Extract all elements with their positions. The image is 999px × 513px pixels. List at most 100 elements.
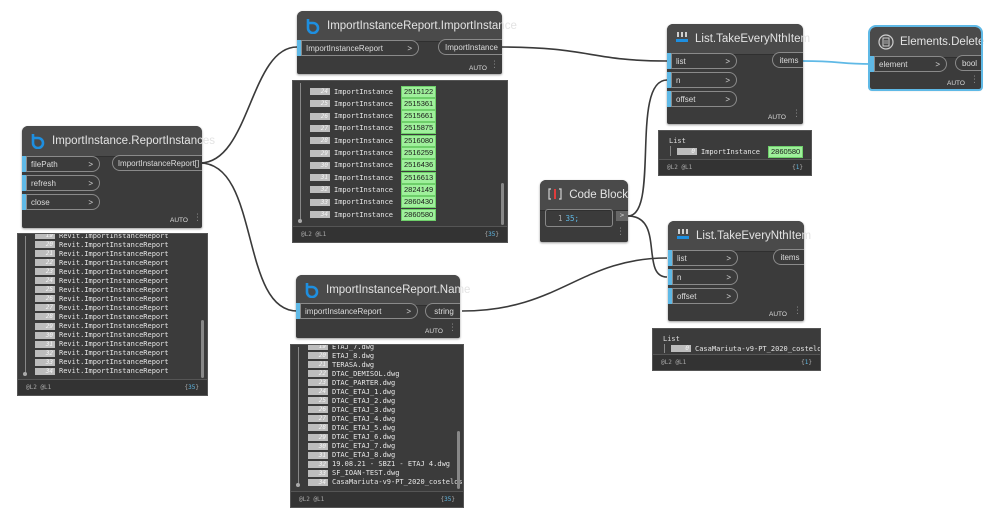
input-port-offset[interactable]: offset > [667,91,737,107]
port-arrow-icon: > [726,291,731,301]
port-label: list [677,253,687,263]
code-editor[interactable]: 1 35; [545,209,613,227]
node-code-block[interactable]: Code Block 1 35; > ⋮ [540,180,628,242]
input-port-filepath[interactable]: filePath > [22,156,100,172]
item-index: 27 [308,415,328,423]
node-header[interactable]: List.TakeEveryNthItem [667,24,810,55]
lacing-label[interactable]: AUTO [170,217,188,224]
list-item: 21 Revit.ImportInstanceReport [35,249,169,258]
element-id-link[interactable]: 2516613 [401,171,437,184]
output-port-string[interactable]: string [425,303,460,319]
output-port-items[interactable]: items [772,52,803,68]
node-header[interactable]: List.TakeEveryNthItem [668,221,811,252]
preview-footer: @L2 @L1 {35} [291,491,463,507]
element-id-link[interactable]: 2515661 [401,110,437,123]
input-port-element[interactable]: element > [870,56,947,72]
wire-code-to-take2-n[interactable] [627,215,668,278]
output-port-importinstance[interactable]: ImportInstance [438,39,502,55]
element-id-link[interactable]: 2515122 [401,85,437,98]
more-options-icon[interactable]: ⋮ [970,76,979,85]
item-value: ImportInstance [334,173,394,182]
scrollbar[interactable] [501,183,504,225]
wire-importinstance-to-take1-list[interactable] [499,46,668,62]
node-elements-delete[interactable]: Elements.Delete element > bool AUTO ⋮ [868,25,984,91]
node-header[interactable]: ImportInstanceReport.ImportInstance [297,11,517,42]
item-index: 25 [310,100,330,108]
lacing-label[interactable]: AUTO [768,114,786,121]
wire-take1-to-delete[interactable] [802,60,871,65]
node-report-instances[interactable]: ImportInstance.ReportInstances filePath >… [22,126,215,228]
input-port-list[interactable]: list > [668,250,738,266]
element-id-link[interactable]: 2516436 [401,159,437,172]
preview-list: 19 ETAJ_7.dwg 20 ETAJ_8.dwg 21 TERASA.dwg 22 DT… [291,345,463,491]
list-item: 29 Revit.ImportInstanceReport [35,322,169,331]
preview-footer: @L2 @L1 {35} [18,379,207,395]
node-title: List.TakeEveryNthItem [696,230,812,242]
input-port-offset[interactable]: offset > [668,288,738,304]
item-value: Revit.ImportInstanceReport [59,234,169,240]
port-arrow-icon: > [935,59,940,69]
item-value: Revit.ImportInstanceReport [59,276,169,285]
item-index: 0 [677,148,697,155]
item-value: ImportInstance [334,87,394,96]
element-id-link[interactable]: 2824149 [401,183,437,196]
node-header[interactable]: ImportInstance.ReportInstances [22,126,215,157]
element-id-link[interactable]: 2515875 [401,122,437,135]
port-label: importInstanceReport [305,306,382,316]
port-label: offset [677,291,697,301]
more-options-icon[interactable]: ⋮ [793,307,802,316]
item-index: 33 [310,198,330,206]
element-id-link[interactable]: 2515361 [401,97,437,110]
port-label: ImportInstance [445,42,498,52]
item-index: 24 [308,388,328,396]
element-id-link[interactable]: 2860580 [768,145,804,158]
item-index: 30 [308,442,328,450]
element-id-link[interactable]: 2516080 [401,134,437,147]
input-port-n[interactable]: n > [667,72,737,88]
node-report-name[interactable]: ImportInstanceReport.Name importInstance… [296,275,470,338]
input-port-n[interactable]: n > [668,269,738,285]
item-index: 28 [310,137,330,145]
more-options-icon[interactable]: ⋮ [490,61,499,70]
code-text: 35; [565,213,580,223]
element-id-link[interactable]: 2860580 [401,208,437,221]
node-header[interactable]: Code Block [540,180,628,211]
node-import-instance[interactable]: ImportInstanceReport.ImportInstance Impo… [297,11,517,74]
item-index: 31 [310,174,330,182]
scrollbar[interactable] [457,431,460,489]
input-port-importinstancereport[interactable]: ImportInstanceReport > [297,40,419,56]
more-options-icon[interactable]: ⋮ [193,214,202,223]
output-port-bool[interactable]: bool [955,55,981,71]
input-port-list[interactable]: list > [667,53,737,69]
node-take-every-nth-1[interactable]: List.TakeEveryNthItem list > n > offset > i… [667,24,810,124]
preview-list: 0 ImportInstance 2860580 [659,131,811,159]
node-header[interactable]: Elements.Delete [870,27,984,58]
lacing-label[interactable]: AUTO [947,80,965,87]
element-id-link[interactable]: 2860430 [401,196,437,209]
lacing-label[interactable]: AUTO [425,328,443,335]
output-port-reports[interactable]: ImportInstanceReport[] [112,155,202,171]
output-port-items[interactable]: items [773,249,804,265]
port-label: n [677,272,682,282]
wire-name-to-take2-list[interactable] [461,257,668,312]
preview-footer: @L2 @L1 {35} [293,226,507,242]
item-index: 33 [35,358,55,366]
lacing-label[interactable]: AUTO [469,65,487,72]
node-header[interactable]: ImportInstanceReport.Name [296,275,470,306]
input-port-refresh[interactable]: refresh > [22,175,100,191]
more-options-icon[interactable]: ⋮ [616,228,625,237]
wire-reports-to-name[interactable] [199,162,298,312]
lacing-label[interactable]: AUTO [769,311,787,318]
more-options-icon[interactable]: ⋮ [448,324,457,333]
more-options-icon[interactable]: ⋮ [792,110,801,119]
node-title: ImportInstance.ReportInstances [52,135,215,147]
element-id-link[interactable]: 2516259 [401,147,437,159]
item-value: TERASA.dwg [332,360,375,369]
scrollbar[interactable] [201,320,204,378]
input-port-close[interactable]: close > [22,194,100,210]
preview-footer: @L2 @L1 {1} [659,159,811,175]
node-take-every-nth-2[interactable]: List.TakeEveryNthItem list > n > offset > i… [668,221,811,321]
input-port-importinstancereport[interactable]: importInstanceReport > [296,303,418,319]
item-index: 20 [35,241,55,249]
output-port-code[interactable]: > [616,211,628,221]
